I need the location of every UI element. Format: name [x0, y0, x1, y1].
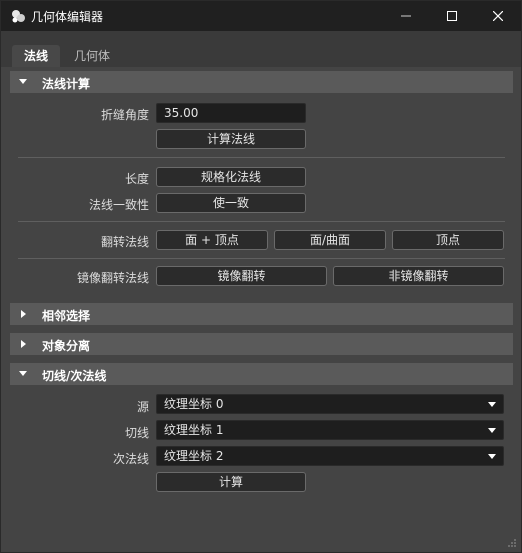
dropdown-caret-icon [488, 428, 496, 433]
tab-geometry[interactable]: 几何体 [61, 45, 123, 67]
expanded-arrow-icon [19, 371, 27, 376]
source-dropdown[interactable]: 纹理坐标 0 [156, 394, 504, 414]
length-label: 长度 [124, 172, 149, 186]
compute-tangents-button[interactable]: 计算 [156, 472, 306, 492]
geometry-editor-window: 几何体编辑器 法线 几何体 法线计算 折缝角度 35.00 计算法线 长度 规格… [0, 0, 522, 553]
tab-bar: 法线 几何体 [1, 31, 521, 67]
section-title: 法线计算 [42, 77, 91, 91]
minimize-icon [401, 15, 411, 17]
maximize-button[interactable] [429, 1, 475, 31]
tangent-label: 切线 [124, 426, 149, 440]
section-title: 对象分离 [42, 339, 91, 353]
binormal-label: 次法线 [112, 452, 149, 466]
flip-normals-label: 翻转法线 [100, 235, 149, 249]
dropdown-caret-icon [488, 454, 496, 459]
binormal-dropdown[interactable]: 纹理坐标 2 [156, 446, 504, 466]
binormal-value: 纹理坐标 2 [164, 449, 224, 463]
compute-normals-button[interactable]: 计算法线 [156, 129, 306, 149]
maximize-icon [447, 11, 457, 21]
divider [18, 221, 505, 222]
flip-face-surface-button[interactable]: 面/曲面 [274, 230, 386, 250]
crease-angle-input[interactable]: 35.00 [156, 103, 306, 123]
section-adjacent-select-header[interactable]: 相邻选择 [10, 303, 513, 325]
title-bar[interactable]: 几何体编辑器 [1, 1, 521, 31]
mirror-flip-label: 镜像翻转法线 [76, 271, 149, 285]
close-icon [493, 11, 503, 21]
tangent-dropdown[interactable]: 纹理坐标 1 [156, 420, 504, 440]
section-title: 切线/次法线 [42, 369, 107, 383]
mirror-flip-button[interactable]: 镜像翻转 [156, 266, 327, 286]
section-tangent-header[interactable]: 切线/次法线 [10, 363, 513, 385]
close-button[interactable] [475, 1, 521, 31]
tab-normals[interactable]: 法线 [12, 45, 60, 67]
crease-angle-label: 折缝角度 [100, 108, 149, 122]
source-label: 源 [136, 400, 149, 414]
dropdown-caret-icon [488, 402, 496, 407]
collapsed-arrow-icon [21, 310, 26, 318]
flip-face-vertex-button[interactable]: 面 + 顶点 [156, 230, 268, 250]
window-title: 几何体编辑器 [31, 10, 104, 24]
tangent-value: 纹理坐标 1 [164, 423, 224, 437]
section-normal-calc-header[interactable]: 法线计算 [10, 71, 513, 93]
normal-consistency-label: 法线一致性 [88, 198, 149, 212]
resize-grip-icon[interactable] [507, 538, 517, 548]
non-mirror-flip-button[interactable]: 非镜像翻转 [333, 266, 504, 286]
divider [18, 157, 505, 158]
section-title: 相邻选择 [42, 309, 91, 323]
section-object-separate-header[interactable]: 对象分离 [10, 333, 513, 355]
unify-normals-button[interactable]: 使一致 [156, 193, 306, 213]
expanded-arrow-icon [19, 79, 27, 84]
divider [18, 258, 505, 259]
minimize-button[interactable] [383, 1, 429, 31]
app-logo-icon [12, 10, 25, 23]
normalize-normals-button[interactable]: 规格化法线 [156, 167, 306, 187]
source-value: 纹理坐标 0 [164, 397, 224, 411]
collapsed-arrow-icon [21, 340, 26, 348]
flip-vertex-button[interactable]: 顶点 [392, 230, 504, 250]
